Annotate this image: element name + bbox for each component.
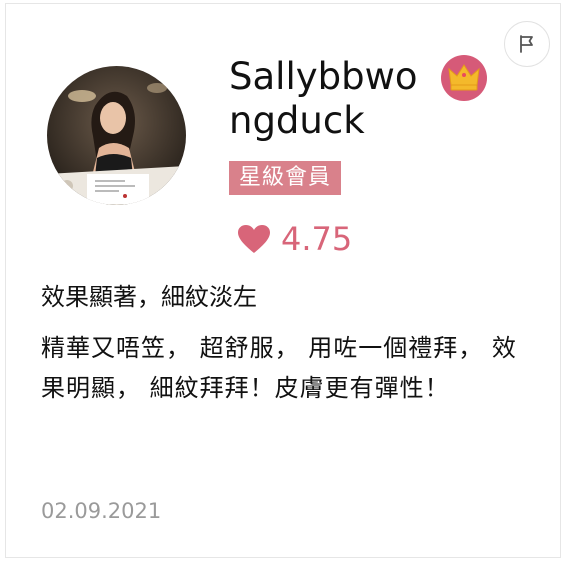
rating: 4.75 xyxy=(237,219,352,259)
crown-icon xyxy=(441,55,487,101)
review-card: Sallybbwongduck 星級會員 4.75 效果顯著，細紋淡左 精華又唔… xyxy=(5,3,561,558)
rating-value: 4.75 xyxy=(281,220,353,258)
review-body: 精華又唔笠， 超舒服， 用咗一個禮拜， 效果明顯， 細紋拜拜！皮膚更有彈性！ xyxy=(41,334,517,402)
member-badge: 星級會員 xyxy=(229,161,342,195)
heart-icon xyxy=(238,225,270,253)
flag-icon xyxy=(520,35,533,53)
review-title: 效果顯著，細紋淡左 xyxy=(41,283,257,311)
username[interactable]: Sallybbwongduck xyxy=(229,55,439,143)
review-date: 02.09.2021 xyxy=(41,499,162,523)
report-button[interactable] xyxy=(504,21,550,67)
avatar xyxy=(47,66,186,205)
